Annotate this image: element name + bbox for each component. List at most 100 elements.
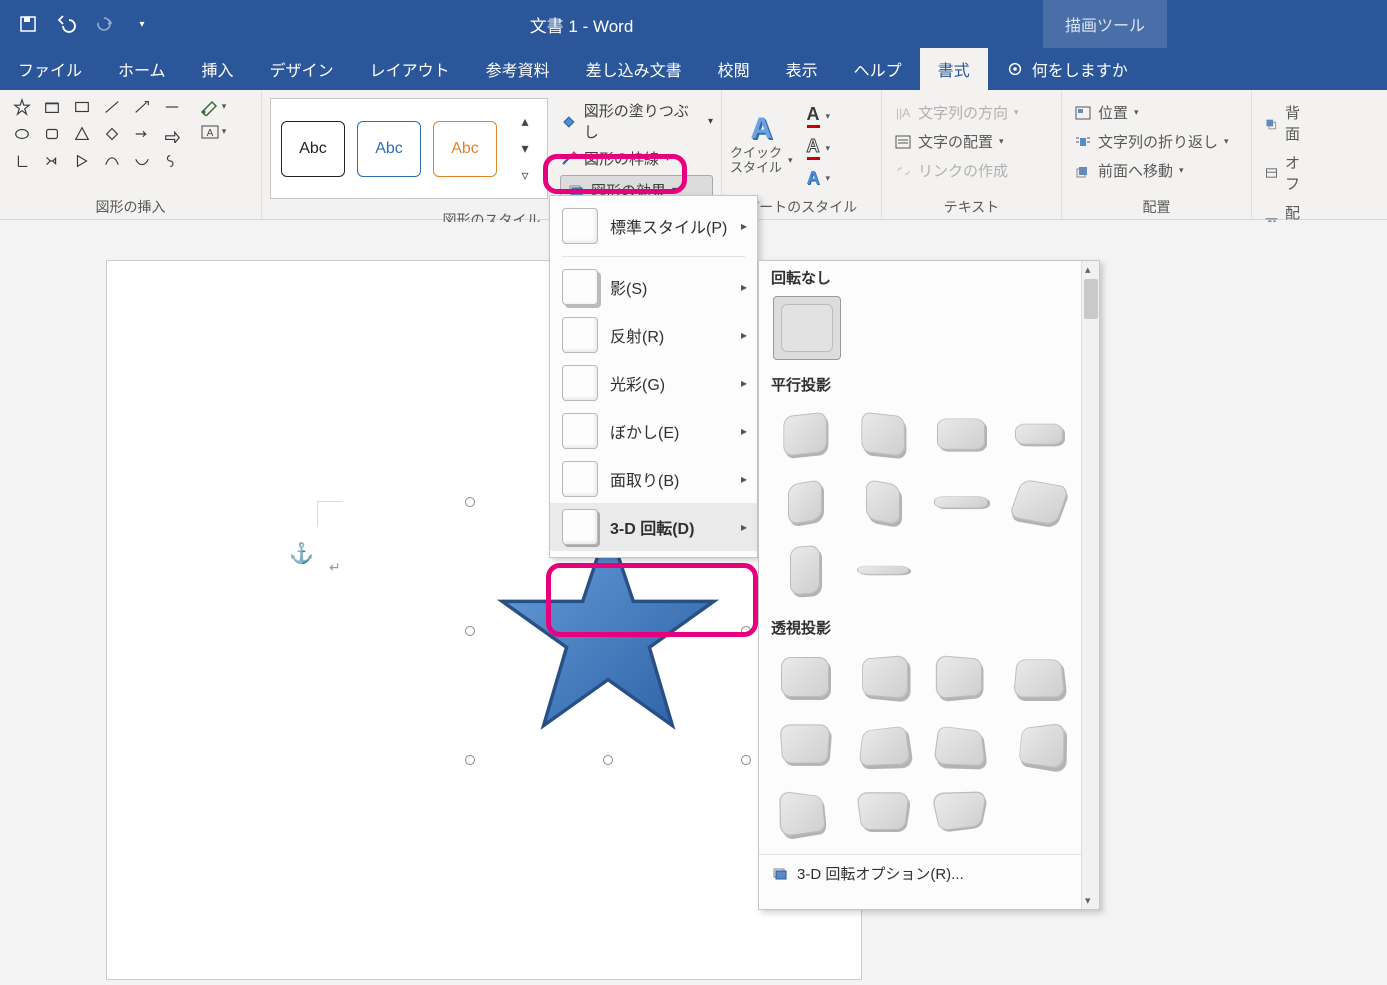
fx-bevel[interactable]: 面取り(B) [550,455,757,503]
rot-preset[interactable] [773,786,837,840]
ribbon-tabs: ファイル ホーム 挿入 デザイン レイアウト 参考資料 差し込み文書 校閲 表示… [0,48,1387,90]
title-bar: ▾ 文書 1 - Word 描画ツール [0,0,1387,48]
rot-preset[interactable] [851,650,915,704]
redo-icon[interactable] [94,14,114,34]
text-direction-button[interactable]: ||A文字列の方向 ▾ [890,100,1023,125]
tab-review[interactable]: 校閲 [700,48,768,90]
resize-handle[interactable] [465,626,475,636]
group-label-text: テキスト [890,193,1053,219]
rot-preset[interactable] [773,475,837,529]
gallery-more-icon[interactable]: ▿ [513,163,537,188]
rot-preset[interactable] [929,718,993,772]
tab-help[interactable]: ヘルプ [836,48,920,90]
group-insert-shapes: ▾ A▾ 図形の挿入 [0,90,262,219]
fx-shadow[interactable]: 影(S) [550,263,757,311]
group-label-arrange: 配置 [1070,193,1243,219]
edit-shape-column: ▾ A▾ [196,94,230,144]
rot-preset[interactable] [929,407,993,461]
shape-fill-button[interactable]: 図形の塗りつぶし ▾ [560,100,713,142]
fx-3d-rotation[interactable]: 3-D 回転(D) [550,503,757,551]
style-item[interactable]: Abc [433,121,497,177]
fx-soft-edges[interactable]: ぼかし(E) [550,407,757,455]
tell-me-label: 何をしますか [1032,57,1128,81]
tell-me-search[interactable]: 何をしますか [988,48,1146,90]
tab-design[interactable]: デザイン [252,48,352,90]
group-label-insert-shapes: 図形の挿入 [8,193,253,219]
window-title: 文書 1 - Word [170,12,1043,37]
scrollbar-thumb[interactable] [1084,279,1098,319]
undo-icon[interactable] [56,14,76,34]
tab-view[interactable]: 表示 [768,48,836,90]
style-item[interactable]: Abc [281,121,345,177]
text-align-button[interactable]: 文字の配置 ▾ [890,129,1023,154]
rot-preset[interactable] [929,786,993,840]
edit-shape-icon[interactable]: ▾ [196,94,230,119]
resize-handle[interactable] [465,497,475,507]
tab-layout[interactable]: レイアウト [352,48,468,90]
position-button[interactable]: 位置 ▾ [1070,100,1233,125]
gallery-down-icon[interactable]: ▾ [513,136,537,161]
scrollbar[interactable] [1081,261,1099,909]
tab-mailings[interactable]: 差し込み文書 [568,48,700,90]
contextual-tool-tab: 描画ツール [1043,0,1167,48]
selection-pane-button[interactable]: オフ [1260,150,1314,196]
quick-access-toolbar: ▾ [0,14,170,34]
svg-text:A: A [206,128,213,139]
rot-preset-none[interactable] [773,296,841,360]
resize-handle[interactable] [741,755,751,765]
fx-reflection[interactable]: 反射(R) [550,311,757,359]
rot-section-none: 回転なし [759,261,1081,294]
tab-insert[interactable]: 挿入 [184,48,252,90]
rot-preset[interactable] [929,475,993,529]
text-outline-icon[interactable]: A▾ [803,134,835,162]
rot-preset[interactable] [851,475,915,529]
tab-format[interactable]: 書式 [920,48,988,90]
group-text: ||A文字列の方向 ▾ 文字の配置 ▾ リンクの作成 テキスト [882,90,1062,219]
rot-section-perspective: 透視投影 [759,611,1081,644]
bring-forward-button[interactable]: 前面へ移動 ▾ [1070,158,1233,183]
shapes-gallery[interactable] [8,94,186,173]
rot-preset[interactable] [773,650,837,704]
text-box-icon[interactable]: A▾ [196,119,230,144]
rot-preset[interactable] [851,718,915,772]
rot-options-row[interactable]: 3-D 回転オプション(R)... [759,854,1081,892]
group-arrange-left: 位置 ▾ 文字列の折り返し ▾ 前面へ移動 ▾ 配置 [1062,90,1252,219]
create-link-button[interactable]: リンクの作成 [890,158,1023,183]
resize-handle[interactable] [603,755,613,765]
rot-preset[interactable] [1007,475,1071,529]
group-arrange-right: 背面 オフ 配置 [1252,90,1322,219]
text-effects-icon[interactable]: A▾ [803,166,835,191]
qat-more-icon[interactable]: ▾ [132,14,152,34]
svg-text:||A: ||A [896,106,910,120]
rotation-gallery: 回転なし 平行投影 透視投影 [758,260,1100,910]
rot-preset[interactable] [851,786,915,840]
wrap-text-button[interactable]: 文字列の折り返し ▾ [1070,129,1233,154]
send-backward-button[interactable]: 背面 [1260,100,1314,146]
fx-glow[interactable]: 光彩(G) [550,359,757,407]
rot-preset[interactable] [1007,718,1071,772]
quick-styles-icon[interactable]: A [730,112,793,146]
resize-handle[interactable] [465,755,475,765]
gallery-up-icon[interactable]: ▴ [513,109,537,134]
shape-effects-menu: 標準スタイル(P) 影(S) 反射(R) 光彩(G) ぼかし(E) 面取り(B)… [549,195,758,558]
style-item[interactable]: Abc [357,121,421,177]
shape-style-gallery[interactable]: Abc Abc Abc ▴ ▾ ▿ [270,98,548,199]
rot-section-parallel: 平行投影 [759,368,1081,401]
rot-preset[interactable] [851,407,915,461]
tab-references[interactable]: 参考資料 [468,48,568,90]
rot-preset[interactable] [1007,407,1071,461]
save-icon[interactable] [18,14,38,34]
tab-home[interactable]: ホーム [100,48,184,90]
tab-file[interactable]: ファイル [0,48,100,90]
text-fill-icon[interactable]: A▾ [803,102,835,130]
quick-styles-button[interactable]: クイック スタイル▾ [730,146,793,175]
rot-preset[interactable] [773,718,837,772]
anchor-icon: ⚓ [289,541,314,566]
rot-preset[interactable] [773,543,837,597]
fx-preset[interactable]: 標準スタイル(P) [550,202,757,250]
rot-preset[interactable] [773,407,837,461]
rot-preset[interactable] [1007,650,1071,704]
rot-preset[interactable] [929,650,993,704]
highlight-3d-rotation [546,563,758,637]
rot-preset[interactable] [851,543,915,597]
